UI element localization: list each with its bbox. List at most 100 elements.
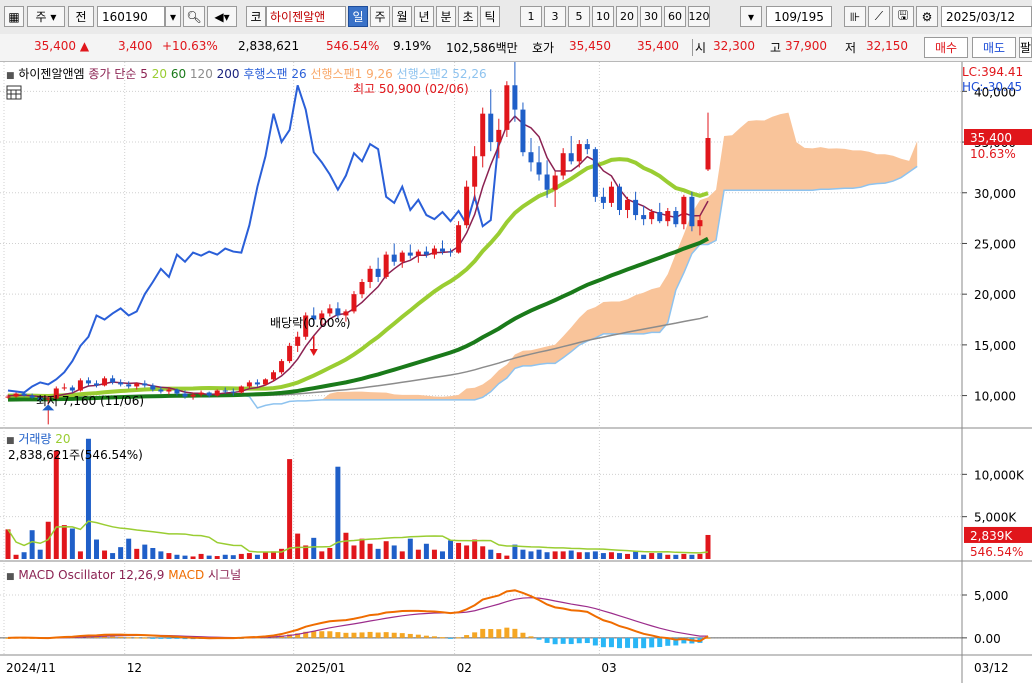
- turnover-rate: 9.19%: [393, 39, 432, 53]
- window-menu-icon[interactable]: ▦: [4, 6, 24, 27]
- search-icon[interactable]: 🔍︎: [183, 6, 205, 27]
- macd-osc-bar: [319, 631, 325, 638]
- period-tab[interactable]: 일: [348, 6, 368, 27]
- high-price: 37,900: [785, 39, 827, 53]
- volume-bar: [697, 553, 703, 559]
- interval-tab[interactable]: 3: [544, 6, 566, 27]
- volume-bar: [53, 450, 59, 559]
- volume-bar: [665, 554, 671, 559]
- candle-body: [198, 392, 204, 395]
- stock-chart[interactable]: 40,00035,00030,00025,00020,00015,00010,0…: [0, 0, 1032, 683]
- period-tab[interactable]: 분: [436, 6, 456, 27]
- volume-bar: [311, 537, 317, 559]
- candle-body: [13, 393, 19, 397]
- stock-name-field[interactable]: 하이젠알앤: [266, 6, 346, 27]
- macd-osc-bar: [327, 631, 333, 638]
- chart-area[interactable]: 40,00035,00030,00025,00020,00015,00010,0…: [0, 0, 1032, 683]
- candle-body: [544, 174, 550, 190]
- volume-bar: [190, 556, 196, 559]
- interval-tab[interactable]: 120: [688, 6, 710, 27]
- candle-body: [5, 396, 11, 398]
- candle-body: [110, 378, 116, 383]
- candle-body: [77, 380, 83, 391]
- sell-button[interactable]: 매도: [972, 37, 1016, 58]
- period-tab[interactable]: 틱: [480, 6, 500, 27]
- code-dropdown-icon[interactable]: ▾: [165, 6, 181, 27]
- volume-bar: [641, 554, 647, 559]
- interval-tab[interactable]: 30: [640, 6, 662, 27]
- price-tick-label: 30,000: [974, 187, 1016, 201]
- buy-button[interactable]: 매수: [924, 37, 968, 58]
- candle-body: [61, 387, 67, 389]
- macd-osc-bar: [399, 633, 405, 638]
- candle-body: [327, 308, 333, 314]
- interval-dropdown-icon[interactable]: ▾: [740, 6, 762, 27]
- candle-body: [287, 345, 293, 362]
- volume-bar: [689, 554, 695, 559]
- volume-bar: [214, 556, 220, 559]
- candle-body: [238, 386, 244, 393]
- price-tick-label: 25,000: [974, 237, 1016, 251]
- candle-body: [222, 390, 228, 392]
- calendar-icon[interactable]: [6, 84, 24, 100]
- volume-bar: [230, 555, 236, 559]
- code-input[interactable]: 160190: [97, 6, 165, 27]
- gear-icon[interactable]: ⚙: [916, 6, 938, 27]
- interval-tab[interactable]: 10: [592, 6, 614, 27]
- candle-body: [279, 361, 285, 373]
- volume-bar: [439, 551, 445, 559]
- period-tab[interactable]: 월: [392, 6, 412, 27]
- macd-osc-bar: [383, 632, 389, 638]
- candle: [456, 221, 462, 254]
- interval-tab[interactable]: 60: [664, 6, 686, 27]
- candle-body: [415, 251, 421, 256]
- candle-body: [407, 252, 413, 256]
- interval-tab[interactable]: 1: [520, 6, 542, 27]
- candle-body: [399, 252, 405, 262]
- chart-style-icon[interactable]: ⊪: [844, 6, 866, 27]
- candle-body: [480, 113, 486, 157]
- macd-osc-bar: [504, 627, 510, 638]
- volume-bar: [174, 554, 180, 559]
- legend-lagging-span: 후행스팬 26: [243, 67, 307, 81]
- sound-icon[interactable]: ◀▾: [207, 6, 237, 27]
- date-field[interactable]: 2025/03/12: [941, 6, 1032, 27]
- period-tab[interactable]: 주: [370, 6, 390, 27]
- candle-body: [375, 268, 381, 277]
- macd-label: MACD: [168, 568, 205, 582]
- save-icon[interactable]: 🖫︎: [892, 6, 914, 27]
- extra-button[interactable]: 팔: [1019, 37, 1032, 58]
- volume-bar: [287, 459, 293, 559]
- current-pct-label: 10.63%: [970, 147, 1016, 161]
- candle-body: [592, 149, 598, 197]
- volume-bar: [5, 529, 11, 559]
- volume-bar: [69, 528, 75, 559]
- market2-button[interactable]: 코: [246, 6, 266, 27]
- type-button[interactable]: 전: [68, 6, 94, 27]
- candle-body: [560, 153, 566, 176]
- interval-tab[interactable]: 5: [568, 6, 590, 27]
- volume-bar: [262, 552, 268, 559]
- period-tab[interactable]: 년: [414, 6, 434, 27]
- volume-legend: ■ 거래량 20: [6, 432, 71, 446]
- market-select[interactable]: 주 ▾: [27, 6, 65, 27]
- macd-osc-bar: [166, 637, 172, 639]
- current-volume-pct-label: 546.54%: [970, 545, 1023, 559]
- volume-bar: [520, 549, 526, 559]
- volume-bar: [399, 551, 405, 559]
- volume-bar: [681, 553, 687, 559]
- candle-body: [69, 387, 75, 391]
- period-tab[interactable]: 초: [458, 6, 478, 27]
- macd-osc-bar: [600, 637, 606, 648]
- legend-leading-span2: 선행스팬2 52,26: [396, 67, 487, 81]
- candle: [592, 147, 598, 202]
- candle-body: [504, 85, 510, 130]
- x-axis-label: 03: [601, 661, 616, 675]
- interval-tab[interactable]: 20: [616, 6, 638, 27]
- macd-tick-label: 0.00: [974, 632, 1001, 646]
- candle-body: [528, 152, 534, 163]
- volume-bar: [238, 553, 244, 559]
- macd-osc-bar: [584, 637, 590, 644]
- macd-osc-bar: [118, 636, 124, 638]
- line-tool-icon[interactable]: ⟋: [868, 6, 890, 27]
